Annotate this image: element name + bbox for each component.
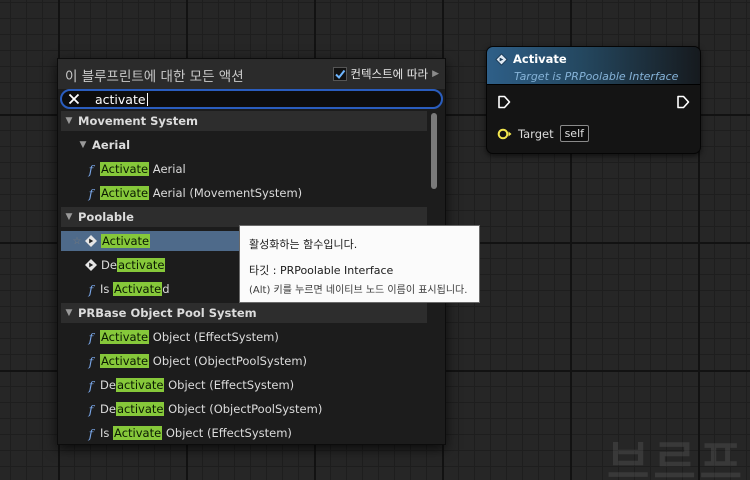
action-label: Activate Object (ObjectPoolSystem)	[100, 354, 308, 368]
interface-function-icon	[85, 259, 97, 271]
action-label: Deactivate	[101, 258, 166, 272]
activate-node[interactable]: Activate Target is PRPoolable Interface …	[486, 46, 701, 154]
context-checkbox[interactable]	[333, 67, 348, 81]
search-highlight: Activate	[100, 330, 150, 344]
interface-function-icon	[85, 235, 97, 247]
action-tooltip: 활성화하는 함수입니다. 타깃 : PRPoolable Interface (…	[239, 225, 480, 303]
action-item[interactable]: f Activate Object (ObjectPoolSystem)	[61, 351, 427, 371]
action-label: Activate Aerial	[100, 162, 186, 176]
action-item[interactable]: f Deactivate Object (ObjectPoolSystem)	[61, 399, 427, 419]
search-highlight: activate	[116, 258, 166, 272]
action-label: Activate Aerial (MovementSystem)	[100, 186, 303, 200]
search-input[interactable]: activate	[60, 89, 443, 109]
action-label: Is Activate Object (EffectSystem)	[100, 426, 292, 440]
action-item[interactable]: f Deactivate Object (EffectSystem)	[61, 375, 427, 395]
context-label: 컨텍스트에 따라	[350, 67, 429, 81]
category-label: Poolable	[78, 210, 134, 224]
search-highlight: Activate	[113, 282, 163, 296]
exec-out-pin-icon[interactable]	[676, 95, 690, 109]
object-pin-icon[interactable]	[497, 128, 513, 140]
category-label: Aerial	[92, 138, 131, 152]
target-label: Target	[518, 126, 554, 141]
expand-arrow-icon[interactable]: ▶	[432, 69, 439, 79]
target-pin-row[interactable]: Target self	[497, 125, 590, 142]
scrollbar-thumb[interactable]	[431, 113, 437, 189]
search-highlight: Activate	[113, 426, 163, 440]
function-icon: f	[88, 401, 94, 417]
action-item[interactable]: f Activate Object (EffectSystem)	[61, 327, 427, 347]
collapse-arrow-icon[interactable]: ▼	[63, 212, 75, 222]
tooltip-target: 타깃 : PRPoolable Interface	[249, 264, 394, 277]
category-row[interactable]: ▼ Aerial	[61, 135, 427, 155]
function-icon: f	[88, 185, 94, 201]
favorite-star-icon[interactable]: ☆	[71, 236, 83, 247]
action-label: Deactivate Object (EffectSystem)	[100, 378, 295, 392]
action-label: Activate	[101, 234, 151, 248]
function-icon: f	[88, 161, 94, 177]
action-item[interactable]: f Activate Aerial	[61, 159, 427, 179]
category-row[interactable]: ▼ Movement System	[61, 111, 427, 131]
exec-in-pin-icon[interactable]	[497, 95, 511, 109]
search-value: activate	[95, 92, 146, 107]
action-item[interactable]: f Is Activate Object (EffectSystem)	[61, 423, 427, 441]
action-item[interactable]: f Activate Aerial (MovementSystem)	[61, 183, 427, 203]
watermark: 브르프	[607, 435, 746, 480]
action-label: Is Activated	[100, 282, 170, 296]
search-highlight: Activate	[100, 186, 150, 200]
search-highlight: Activate	[100, 354, 150, 368]
clear-search-icon[interactable]	[68, 93, 80, 105]
function-icon: f	[88, 329, 94, 345]
collapse-arrow-icon[interactable]: ▼	[77, 140, 89, 150]
function-icon: f	[88, 377, 94, 393]
search-highlight: activate	[115, 402, 165, 416]
action-label: Deactivate Object (ObjectPoolSystem)	[100, 402, 323, 416]
target-self-field[interactable]: self	[559, 125, 590, 142]
collapse-arrow-icon[interactable]: ▼	[63, 116, 75, 126]
node-subtitle: Target is PRPoolable Interface	[514, 70, 679, 83]
category-row[interactable]: ▼ Poolable	[61, 207, 427, 227]
collapse-arrow-icon[interactable]: ▼	[63, 308, 75, 318]
category-label: PRBase Object Pool System	[78, 306, 257, 320]
tooltip-description: 활성화하는 함수입니다.	[249, 238, 358, 251]
function-icon: f	[88, 281, 94, 297]
tooltip-hint: (Alt) 키를 누르면 네이티브 노드 이름이 표시됩니다.	[249, 285, 468, 296]
search-highlight: Activate	[101, 234, 151, 248]
action-label: Activate Object (EffectSystem)	[100, 330, 279, 344]
category-row[interactable]: ▼ PRBase Object Pool System	[61, 303, 427, 323]
menu-title: 이 블루프린트에 대한 모든 액션	[65, 69, 244, 85]
context-sensitive-toggle[interactable]: 컨텍스트에 따라 ▶	[333, 66, 439, 82]
function-icon: f	[88, 425, 94, 441]
interface-function-icon	[495, 52, 508, 66]
function-icon: f	[88, 353, 94, 369]
checkmark-icon	[335, 69, 346, 80]
node-title: Activate	[513, 52, 567, 66]
menu-header: 이 블루프린트에 대한 모든 액션 컨텍스트에 따라 ▶	[58, 59, 445, 89]
node-header[interactable]: Activate Target is PRPoolable Interface	[487, 47, 700, 85]
category-label: Movement System	[78, 114, 199, 128]
search-highlight: Activate	[100, 162, 150, 176]
search-highlight: activate	[115, 378, 165, 392]
